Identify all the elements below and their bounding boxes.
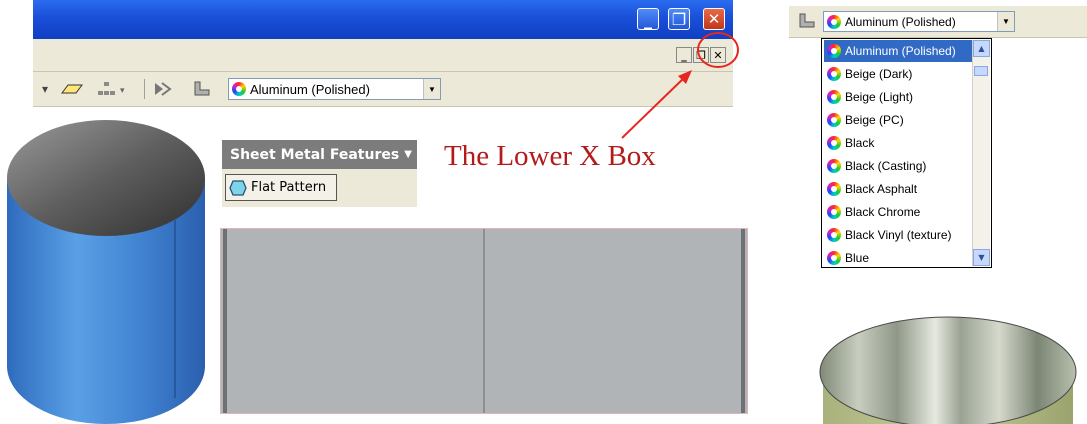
list-item-label: Aluminum (Polished) <box>845 44 956 58</box>
hierarchy-icon[interactable]: ▾ <box>94 80 130 98</box>
scroll-down-icon[interactable]: ▼ <box>973 249 990 266</box>
color-wheel-icon <box>827 113 841 127</box>
color-wheel-icon <box>827 90 841 104</box>
color-wheel-icon <box>827 205 841 219</box>
dropdown-arrow-icon[interactable]: ▾ <box>38 80 52 98</box>
material-combo[interactable]: Aluminum (Polished) ▼ <box>228 78 441 100</box>
chevron-down-icon[interactable]: ▼ <box>997 12 1014 31</box>
list-item-label: Black (Casting) <box>845 159 927 173</box>
list-item-black-asphalt[interactable]: Black Asphalt <box>824 178 972 200</box>
color-wheel-icon <box>827 228 841 242</box>
appearance-icon[interactable] <box>796 12 818 30</box>
flat-pattern-label: Flat Pattern <box>251 180 327 195</box>
plane-icon[interactable] <box>56 80 86 98</box>
list-item-label: Beige (Light) <box>845 90 914 104</box>
color-wheel-icon <box>232 82 246 96</box>
flat-pattern-edge-left <box>223 229 227 413</box>
flat-pattern-preview <box>220 228 748 414</box>
flat-pattern-icon <box>229 179 247 196</box>
material-combo-value: Aluminum (Polished) <box>250 81 370 97</box>
color-wheel-icon <box>827 67 841 81</box>
list-item-label: Beige (Dark) <box>845 67 913 81</box>
sheet-metal-features-header[interactable]: Sheet Metal Features ▼ <box>222 140 417 169</box>
list-item-beige-pc[interactable]: Beige (PC) <box>824 109 972 131</box>
list-item-label: Black Chrome <box>845 205 921 219</box>
list-item-label: Blue <box>845 251 870 265</box>
restore-button[interactable]: ❐ <box>668 8 690 30</box>
chevron-down-icon: ▼ <box>404 149 412 160</box>
appearance-dropdown-list[interactable]: Aluminum (Polished) Beige (Dark) Beige (… <box>821 38 992 268</box>
scroll-up-icon[interactable]: ▲ <box>973 40 990 57</box>
document-minimize-button[interactable]: _ <box>676 47 692 63</box>
list-item-black-vinyl-texture[interactable]: Black Vinyl (texture) <box>824 224 972 246</box>
appearance-icon[interactable] <box>191 80 213 98</box>
list-item-black-chrome[interactable]: Black Chrome <box>824 201 972 223</box>
toolbar-separator <box>144 79 145 99</box>
scrollbar-thumb[interactable] <box>974 66 988 76</box>
color-wheel-icon <box>827 136 841 150</box>
list-item-label: Black Vinyl (texture) <box>845 228 952 242</box>
window-title-bar <box>33 0 733 39</box>
svg-text:▾: ▾ <box>120 86 125 96</box>
sheet-metal-features-title: Sheet Metal Features <box>230 146 400 163</box>
sketch-icon[interactable] <box>152 80 174 98</box>
highlight-circle <box>697 32 739 68</box>
list-item-beige-dark[interactable]: Beige (Dark) <box>824 63 972 85</box>
list-item-aluminum-polished[interactable]: Aluminum (Polished) <box>824 40 972 62</box>
list-item-blue[interactable]: Blue <box>824 247 972 267</box>
appearance-combo[interactable]: Aluminum (Polished) ▼ <box>823 11 1015 32</box>
flat-pattern-fold-line <box>483 229 485 413</box>
blue-cylinder-model <box>7 120 205 424</box>
minimize-button[interactable]: _ <box>637 8 659 30</box>
aluminum-cylinder-model <box>819 316 1077 424</box>
color-wheel-icon <box>827 14 841 29</box>
color-wheel-icon <box>827 251 841 265</box>
list-item-label: Black <box>845 136 875 150</box>
annotation-arrow <box>621 70 692 139</box>
dropdown-scrollbar[interactable]: ▲ ▼ <box>972 40 990 266</box>
list-item-label: Black Asphalt <box>845 182 918 196</box>
color-wheel-icon <box>827 159 841 173</box>
close-button[interactable]: ✕ <box>703 8 725 30</box>
list-item-label: Beige (PC) <box>845 113 904 127</box>
color-wheel-icon <box>827 44 841 58</box>
appearance-combo-value: Aluminum (Polished) <box>845 14 956 29</box>
list-item-black[interactable]: Black <box>824 132 972 154</box>
list-item-beige-light[interactable]: Beige (Light) <box>824 86 972 108</box>
flat-pattern-button[interactable]: Flat Pattern <box>225 174 337 201</box>
list-item-black-casting[interactable]: Black (Casting) <box>824 155 972 177</box>
chevron-down-icon[interactable]: ▼ <box>423 79 440 99</box>
color-wheel-icon <box>827 182 841 196</box>
flat-pattern-edge-right <box>741 229 745 413</box>
